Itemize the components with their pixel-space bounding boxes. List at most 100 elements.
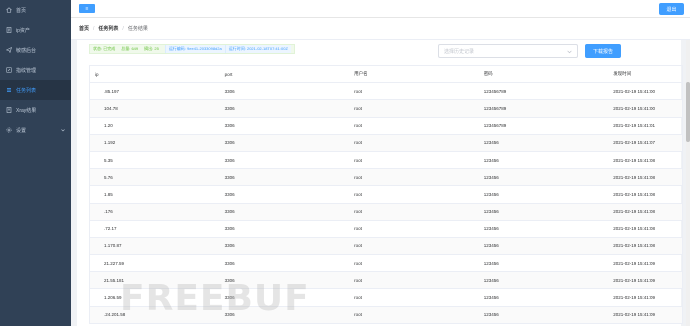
cell-username: root (354, 226, 362, 232)
status-total: 总量: 649 (121, 46, 139, 51)
cell-username: root (354, 260, 362, 266)
page-scrollbar[interactable] (686, 40, 690, 326)
cell-username: root (354, 277, 362, 283)
cell-time: 2021-02-19 15:41:09 (613, 260, 656, 266)
table-row: 1.170.87 3306 root 123456 2021-02-19 15:41:0… (90, 237, 682, 256)
breadcrumb-tasks[interactable]: 任务列表 (98, 25, 118, 32)
cell-password: 123456 (483, 277, 499, 283)
cell-ip-text: .176 (104, 209, 113, 215)
sidebar-item-home[interactable]: 首页 (0, 0, 71, 20)
sidebar-item-sensitive-backend[interactable]: 敏感后台 (0, 40, 71, 60)
table-row: 1.20 3306 root 123456789 2021-02-19 15:41:01 (90, 118, 682, 135)
table-row: .176 3306 root 123456 2021-02-19 15:41:08 (90, 203, 682, 221)
cell-time: 2021-02-19 15:41:07 (613, 140, 656, 146)
cell-username: root (354, 88, 362, 94)
cell-time: 2021-02-19 15:41:01 (613, 123, 656, 129)
sidebar-item-label: 首页 (16, 7, 27, 14)
cell-time: 2021-02-19 15:41:09 (613, 312, 656, 318)
cell-ip: 1.192 (90, 140, 220, 145)
cell-ip: 1.85 (90, 192, 220, 197)
cell-ip-text: 5.76 (104, 174, 113, 180)
cell-password: 123456 (483, 312, 499, 318)
cell-port: 3306 (224, 157, 235, 163)
cell-username: root (354, 312, 362, 318)
cell-time: 2021-02-19 15:41:00 (613, 88, 656, 94)
cell-ip-text: 1.20 (104, 123, 113, 129)
cell-time: 2021-02-19 15:41:09 (613, 277, 656, 283)
document-icon (6, 107, 12, 113)
sidebar-item-label: 指纹管理 (16, 67, 37, 74)
status-state: 状态: 已完成 (93, 46, 116, 51)
chevron-down-icon (567, 49, 572, 54)
breadcrumb-separator: / (122, 25, 124, 32)
column-header-port: port (224, 71, 233, 77)
home-icon (6, 7, 12, 13)
table-row: 21.227.59 3306 root 123456 2021-02-19 15:41:… (90, 255, 682, 273)
cell-time: 2021-02-19 15:41:08 (613, 157, 656, 163)
cell-port: 3306 (224, 226, 235, 232)
sidebar-item-label: 敏感后台 (16, 47, 37, 54)
cell-password: 123456 (483, 140, 499, 146)
cell-username: root (354, 140, 362, 146)
cell-port: 3306 (224, 260, 235, 266)
history-select[interactable]: 选择历史记录 (438, 44, 578, 58)
table-row: 5.35 3306 root 123456 2021-02-19 15:41:08 (90, 152, 682, 170)
sidebar-item-task-list[interactable]: 任务列表 (0, 80, 71, 100)
download-report-button[interactable]: 下载报告 (585, 44, 621, 58)
cell-username: root (354, 243, 362, 249)
table-row: 1.192 3306 root 123456 2021-02-19 15:41:07 (90, 134, 682, 152)
cell-password: 123456 (483, 260, 499, 266)
sidebar-item-settings[interactable]: 设置 (0, 120, 71, 140)
logout-button[interactable]: 退出 (659, 3, 684, 15)
cell-time: 2021-02-19 15:41:09 (613, 295, 656, 301)
cell-ip-text: 104.78 (104, 105, 118, 111)
menu-toggle-button[interactable]: ≡ (79, 4, 95, 13)
cell-ip-text: 1.85 (104, 191, 113, 197)
cell-username: root (354, 209, 362, 215)
breadcrumb-home[interactable]: 首页 (79, 25, 89, 32)
table-row: .85.197 3306 root 123456789 2021-02-19 15:41… (90, 83, 682, 101)
status-badge: 状态: 已完成 总量: 649 摘出: 25 运行编码: 9ee41-20330… (89, 44, 295, 54)
scrollbar-thumb[interactable] (686, 82, 690, 142)
document-icon (6, 27, 12, 33)
cell-port: 3306 (224, 191, 235, 197)
cell-port: 3306 (224, 88, 235, 94)
cell-ip: 1.170.87 (90, 243, 220, 248)
column-header-time: 发现时间 (613, 71, 632, 77)
cell-username: root (354, 105, 362, 111)
cell-ip-text: 1.170.87 (104, 243, 122, 249)
table-row: .72.17 3306 root 123456 2021-02-19 15:41:08 (90, 221, 682, 238)
sidebar-item-ip-assets[interactable]: ip资产 (0, 20, 71, 40)
cell-ip-text: 21.227.59 (104, 260, 125, 266)
breadcrumb-separator: / (93, 25, 95, 32)
list-icon (6, 87, 12, 93)
sidebar-item-xray-results[interactable]: Xray结果 (0, 100, 71, 120)
cell-time: 2021-02-19 15:41:00 (613, 105, 656, 111)
breadcrumb: 首页 / 任务列表 / 任务结果 (71, 18, 690, 40)
send-icon (6, 47, 12, 53)
cell-password: 123456789 (483, 105, 507, 111)
cell-ip: .72.17 (90, 226, 220, 231)
table-header-row: ip port 用户名 密码 发现时间 (90, 66, 682, 84)
table-row: 104.78 3306 root 123456789 2021-02-19 15:41:… (90, 100, 682, 118)
cell-port: 3306 (224, 105, 235, 111)
gear-icon (6, 127, 12, 133)
cell-port: 3306 (224, 123, 235, 129)
status-run-time: 运行时间: 2021-02-18T07:41:00Z (224, 45, 291, 53)
cell-port: 3306 (224, 140, 235, 146)
cell-ip: 104.78 (90, 106, 220, 111)
cell-ip: 5.35 (90, 158, 220, 163)
cell-ip: .176 (90, 209, 220, 214)
status-run-id: 运行编码: 9ee41-2033098d2a (164, 45, 225, 53)
cell-time: 2021-02-19 15:41:08 (613, 174, 656, 180)
sidebar-item-label: Xray结果 (16, 107, 37, 114)
sidebar-item-fingerprint[interactable]: 指纹管理 (0, 60, 71, 80)
cell-password: 123456 (483, 157, 499, 163)
sidebar-item-label: ip资产 (16, 27, 30, 34)
cell-port: 3306 (224, 174, 235, 180)
history-select-placeholder: 选择历史记录 (444, 48, 475, 55)
cell-password: 123456 (483, 174, 499, 180)
watermark-text: FREEBUF (120, 278, 310, 319)
cell-ip: .85.197 (90, 89, 220, 94)
cell-username: root (354, 157, 362, 163)
